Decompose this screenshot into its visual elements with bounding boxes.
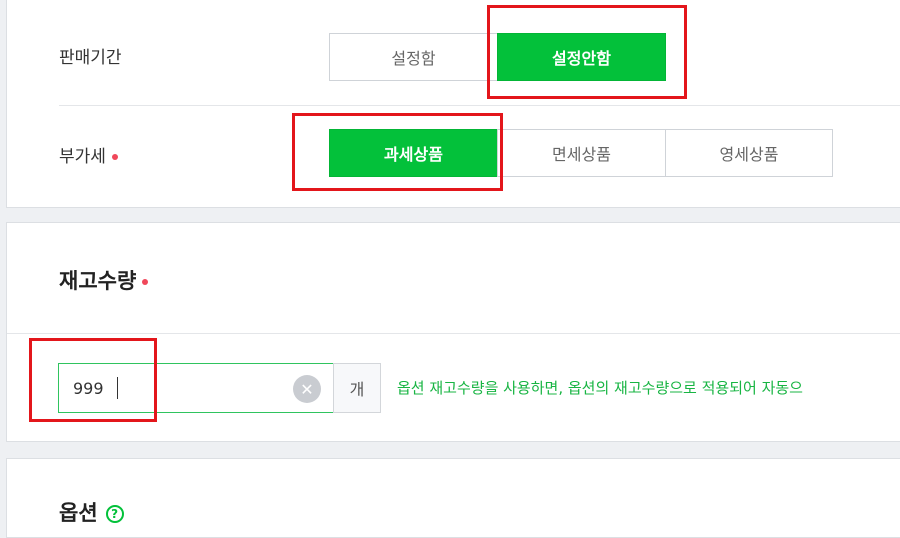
stock-quantity-field[interactable]: ✕ bbox=[58, 363, 334, 413]
required-dot-icon bbox=[142, 279, 149, 285]
vat-label-row: 부가세 bbox=[59, 142, 118, 167]
product-settings-card: 판매기간 설정함 설정안함 부가세 과세상품 면세상품 영세상품 bbox=[6, 0, 900, 208]
section-divider bbox=[7, 333, 900, 334]
option-card: 옵션? bbox=[6, 458, 900, 538]
stock-quantity-input[interactable] bbox=[73, 376, 273, 400]
required-dot-icon bbox=[111, 154, 118, 160]
stock-help-text: 옵션 재고수량을 사용하면, 옵션의 재고수량으로 적용되어 자동으 bbox=[397, 379, 803, 397]
stock-quantity-card: 재고수량 ✕ 개 옵션 재고수량을 사용하면, 옵션의 재고수량으로 적용되어 … bbox=[6, 222, 900, 442]
sale-period-option-set-button[interactable]: 설정함 bbox=[329, 33, 498, 81]
vat-option-taxable-button[interactable]: 과세상품 bbox=[329, 129, 498, 177]
vat-label: 부가세 bbox=[59, 147, 106, 167]
option-title-row: 옵션? bbox=[59, 497, 124, 527]
stock-title-row: 재고수량 bbox=[59, 265, 149, 295]
text-caret bbox=[117, 377, 118, 399]
sale-period-label: 판매기간 bbox=[59, 48, 122, 68]
stock-unit: 개 bbox=[333, 363, 381, 413]
clear-x-icon[interactable]: ✕ bbox=[293, 375, 321, 403]
option-title: 옵션 bbox=[59, 501, 98, 525]
vat-option-exempt-button[interactable]: 면세상품 bbox=[497, 129, 666, 177]
row-divider bbox=[59, 105, 900, 106]
sale-period-option-unset-button[interactable]: 설정안함 bbox=[497, 33, 666, 81]
stock-title: 재고수량 bbox=[59, 269, 137, 293]
question-circle-icon[interactable]: ? bbox=[105, 505, 124, 523]
vat-option-zero-rated-button[interactable]: 영세상품 bbox=[665, 129, 833, 177]
